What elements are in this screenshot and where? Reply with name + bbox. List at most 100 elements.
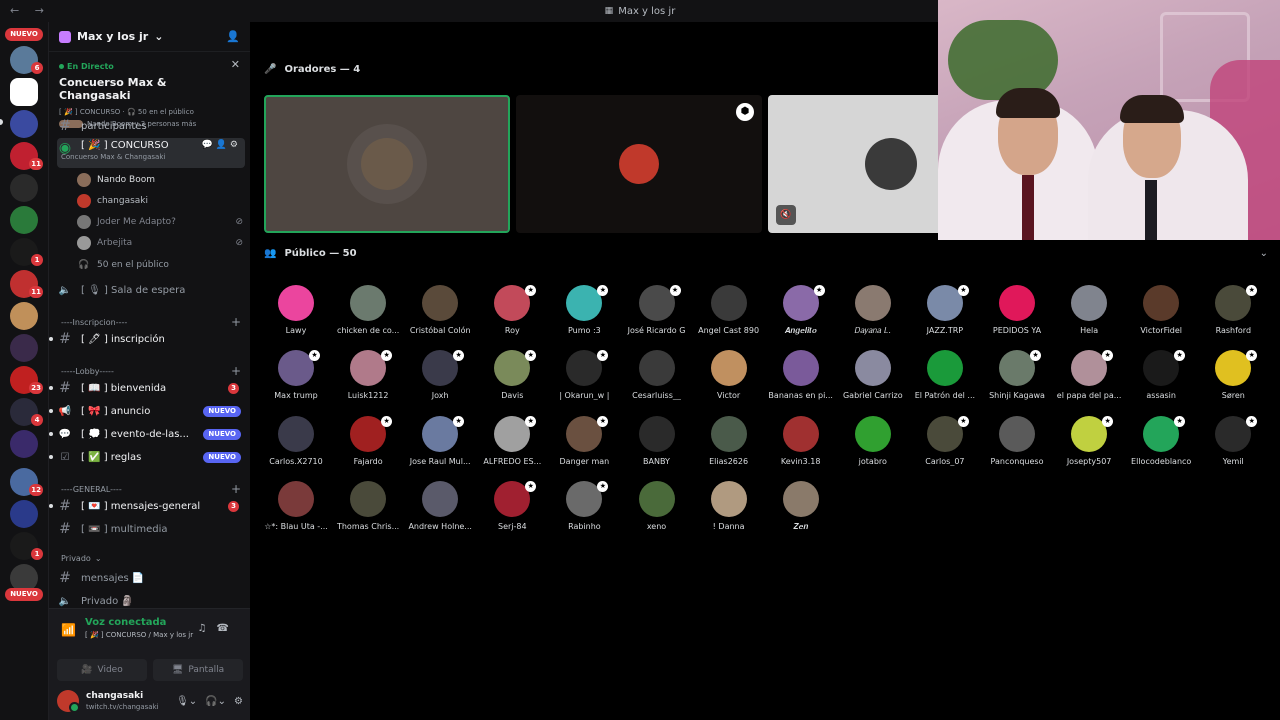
audience-member[interactable]: ★ Jose Raul Mul... <box>405 415 475 466</box>
audience-member[interactable]: xeno <box>622 480 692 531</box>
channel-inscripcion[interactable]: # [ 🖊 ] inscripción <box>49 329 245 349</box>
audience-member[interactable]: ★ Max trump <box>261 350 331 400</box>
audience-member[interactable]: Angel Cast 890 <box>694 285 764 335</box>
voice-user[interactable]: changasaki <box>77 192 243 210</box>
speaker-tile[interactable] <box>264 95 510 233</box>
headphones-icon[interactable]: 🎧⌄ <box>205 696 226 707</box>
audience-member[interactable]: Andrew Holne... <box>405 480 475 531</box>
channel-mensajes-general[interactable]: # [ 💌 ] mensajes-general 3 <box>49 496 245 516</box>
chevron-down-icon[interactable]: ⌄ <box>1260 248 1268 259</box>
audience-member[interactable]: ★ Carlos_07 <box>910 415 980 466</box>
server-9[interactable] <box>10 302 38 330</box>
audience-member[interactable]: ★ Yemil <box>1198 415 1268 466</box>
channel-concurso[interactable]: ◉ [ 🎉 ] CONCURSO Concuerso Max & Changas… <box>57 138 245 168</box>
category-general[interactable]: ----GENERAL---- + <box>61 482 241 496</box>
category-label: -----Lobby----- <box>61 366 114 376</box>
audience-member[interactable]: ★ ALFREDO ES... <box>477 415 547 466</box>
audience-member[interactable]: Elias2626 <box>694 415 764 466</box>
channel-sala[interactable]: 🔈 [ 🎙 ] Sala de espera <box>57 280 245 300</box>
audience-member[interactable]: Bananas en pi... <box>766 350 836 400</box>
voice-user[interactable]: Nando Boom <box>77 171 243 189</box>
server-15[interactable] <box>10 500 38 528</box>
plus-icon[interactable]: + <box>231 364 241 378</box>
audience-member[interactable]: BANBY <box>622 415 692 466</box>
member-name: 𝐷𝑎𝑦𝑎𝑛𝑎 𝐿. <box>854 326 891 335</box>
audience-member[interactable]: ★ Ellocodeblanco <box>1126 415 1196 466</box>
audience-member[interactable]: ★ Joxh <box>405 350 475 400</box>
audience-member[interactable]: Cesarluiss__ <box>622 350 692 400</box>
disconnect-icon[interactable]: ♫☎ <box>198 623 239 634</box>
server-5[interactable] <box>10 174 38 202</box>
invite-icon[interactable]: 👤 <box>226 30 240 43</box>
server-2[interactable] <box>10 78 38 106</box>
audience-member[interactable]: chicken de co... <box>333 285 403 335</box>
audience-member[interactable]: Panconqueso <box>982 415 1052 466</box>
close-icon[interactable]: ✕ <box>231 58 240 71</box>
audience-member[interactable]: jotabro <box>838 415 908 466</box>
audience-member[interactable]: El Patrón del ... <box>910 350 980 400</box>
audience-member[interactable]: ★ assasin <box>1126 350 1196 400</box>
audience-member[interactable]: 𝐷𝑎𝑦𝑎𝑛𝑎 𝐿. <box>838 285 908 336</box>
channel-reglas[interactable]: ☑ [ ✅ ] reglas NUEVO <box>49 447 245 467</box>
voice-user-name: Arbejita <box>97 238 133 248</box>
gear-icon[interactable]: ⚙ <box>234 696 243 707</box>
voice-user[interactable]: Joder Me Adapto? ⊘ <box>77 213 243 231</box>
audience-member[interactable]: 𝒁𝒆𝒏 <box>766 480 836 532</box>
channel-multimedia[interactable]: # [ 📼 ] multimedia <box>57 519 245 539</box>
guild-header[interactable]: Max y los jr ⌄ 👤 <box>49 22 250 52</box>
speaker-tile[interactable]: ⬢ <box>516 95 762 233</box>
audience-member[interactable]: Carlos.X2710 <box>261 415 331 466</box>
audience-member[interactable]: ★ Rabinho <box>549 480 619 531</box>
category-inscripcion[interactable]: ----Inscripcion---- + <box>61 315 241 329</box>
category-privado[interactable]: Privado ⌄ <box>61 554 241 563</box>
audience-member[interactable]: Kevin3.18 <box>766 415 836 466</box>
audience-member[interactable]: VictorFidel <box>1126 285 1196 335</box>
audience-member[interactable]: Victor <box>694 350 764 400</box>
audience-count[interactable]: 🎧 50 en el público <box>77 256 243 274</box>
audience-member[interactable]: PEDIDOS YA <box>982 285 1052 335</box>
audience-member[interactable]: Hela <box>1054 285 1124 335</box>
audience-member[interactable]: ★ JAZZ.TRP <box>910 285 980 335</box>
audience-member[interactable]: ★ el papa del pa... <box>1054 350 1124 400</box>
audience-member[interactable]: ! Danna <box>694 480 764 531</box>
user-panel[interactable]: changasaki twitch.tv/changasaki 🎙⌄ 🎧⌄ ⚙ <box>49 682 251 720</box>
server-13[interactable] <box>10 430 38 458</box>
audience-member[interactable]: ☆*: Blau Uta -... <box>261 480 331 531</box>
audience-member[interactable]: ★ Fajardo <box>333 415 403 466</box>
audience-member[interactable]: ★ Serj-84 <box>477 480 547 531</box>
channel-bienvenida[interactable]: # [ 📖 ] bienvenida 3 <box>49 378 245 398</box>
audience-member[interactable]: ★ Josepty507 <box>1054 415 1124 466</box>
screen-button[interactable]: 🖥 Pantalla <box>153 659 243 681</box>
audience-member[interactable]: ★ Søren <box>1198 350 1268 400</box>
voice-user[interactable]: Arbejita ⊘ <box>77 234 243 252</box>
audience-member[interactable]: ★ Rashford <box>1198 285 1268 335</box>
audience-member[interactable]: Thomas Chris... <box>333 480 403 531</box>
server-6[interactable] <box>10 206 38 234</box>
channel-anuncio[interactable]: 📢 [ 🎀 ] anuncio NUEVO <box>49 401 245 421</box>
audience-member[interactable]: ★ Danger man <box>549 415 619 466</box>
plus-icon[interactable]: + <box>231 315 241 329</box>
audience-member[interactable]: ★ Shinji Kagawa <box>982 350 1052 400</box>
video-button[interactable]: 🎥 Video <box>57 659 147 681</box>
plus-icon[interactable]: + <box>231 482 241 496</box>
server-3[interactable] <box>10 110 38 138</box>
audience-member[interactable]: Gabriel Carrizo <box>838 350 908 400</box>
audience-member[interactable]: Cristóbal Colón <box>405 285 475 335</box>
channel-actions-icon[interactable]: 💬👤⚙ <box>202 140 241 150</box>
signal-icon[interactable]: 📶 <box>61 623 76 637</box>
mic-icon[interactable]: 🎙⌄ <box>176 696 197 707</box>
channel-mensajes[interactable]: # mensajes 📄 <box>57 568 245 588</box>
audience-member[interactable]: Lawy <box>261 285 331 335</box>
audience-member[interactable]: ★ Luisk1212 <box>333 350 403 400</box>
audience-member[interactable]: ★ Pumo :3 <box>549 285 619 335</box>
audience-member[interactable]: ★ Davis <box>477 350 547 400</box>
audience-member[interactable]: ★ Roy <box>477 285 547 335</box>
nav-arrows[interactable]: ← → <box>10 4 50 17</box>
channel-participantes[interactable]: # participantes <box>57 116 245 136</box>
audience-member[interactable]: ★ José Ricardo G <box>622 285 692 335</box>
audience-member[interactable]: ★ | Okarun_w | <box>549 350 619 400</box>
audience-member[interactable]: ★ 𝑨𝒏𝒈𝒆𝒍𝒊𝒕𝒐 <box>766 285 836 336</box>
channel-evento[interactable]: 💬 [ 💭 ] evento-de-las... NUEVO <box>49 424 245 444</box>
category-lobby[interactable]: -----Lobby----- + <box>61 364 241 378</box>
server-10[interactable] <box>10 334 38 362</box>
